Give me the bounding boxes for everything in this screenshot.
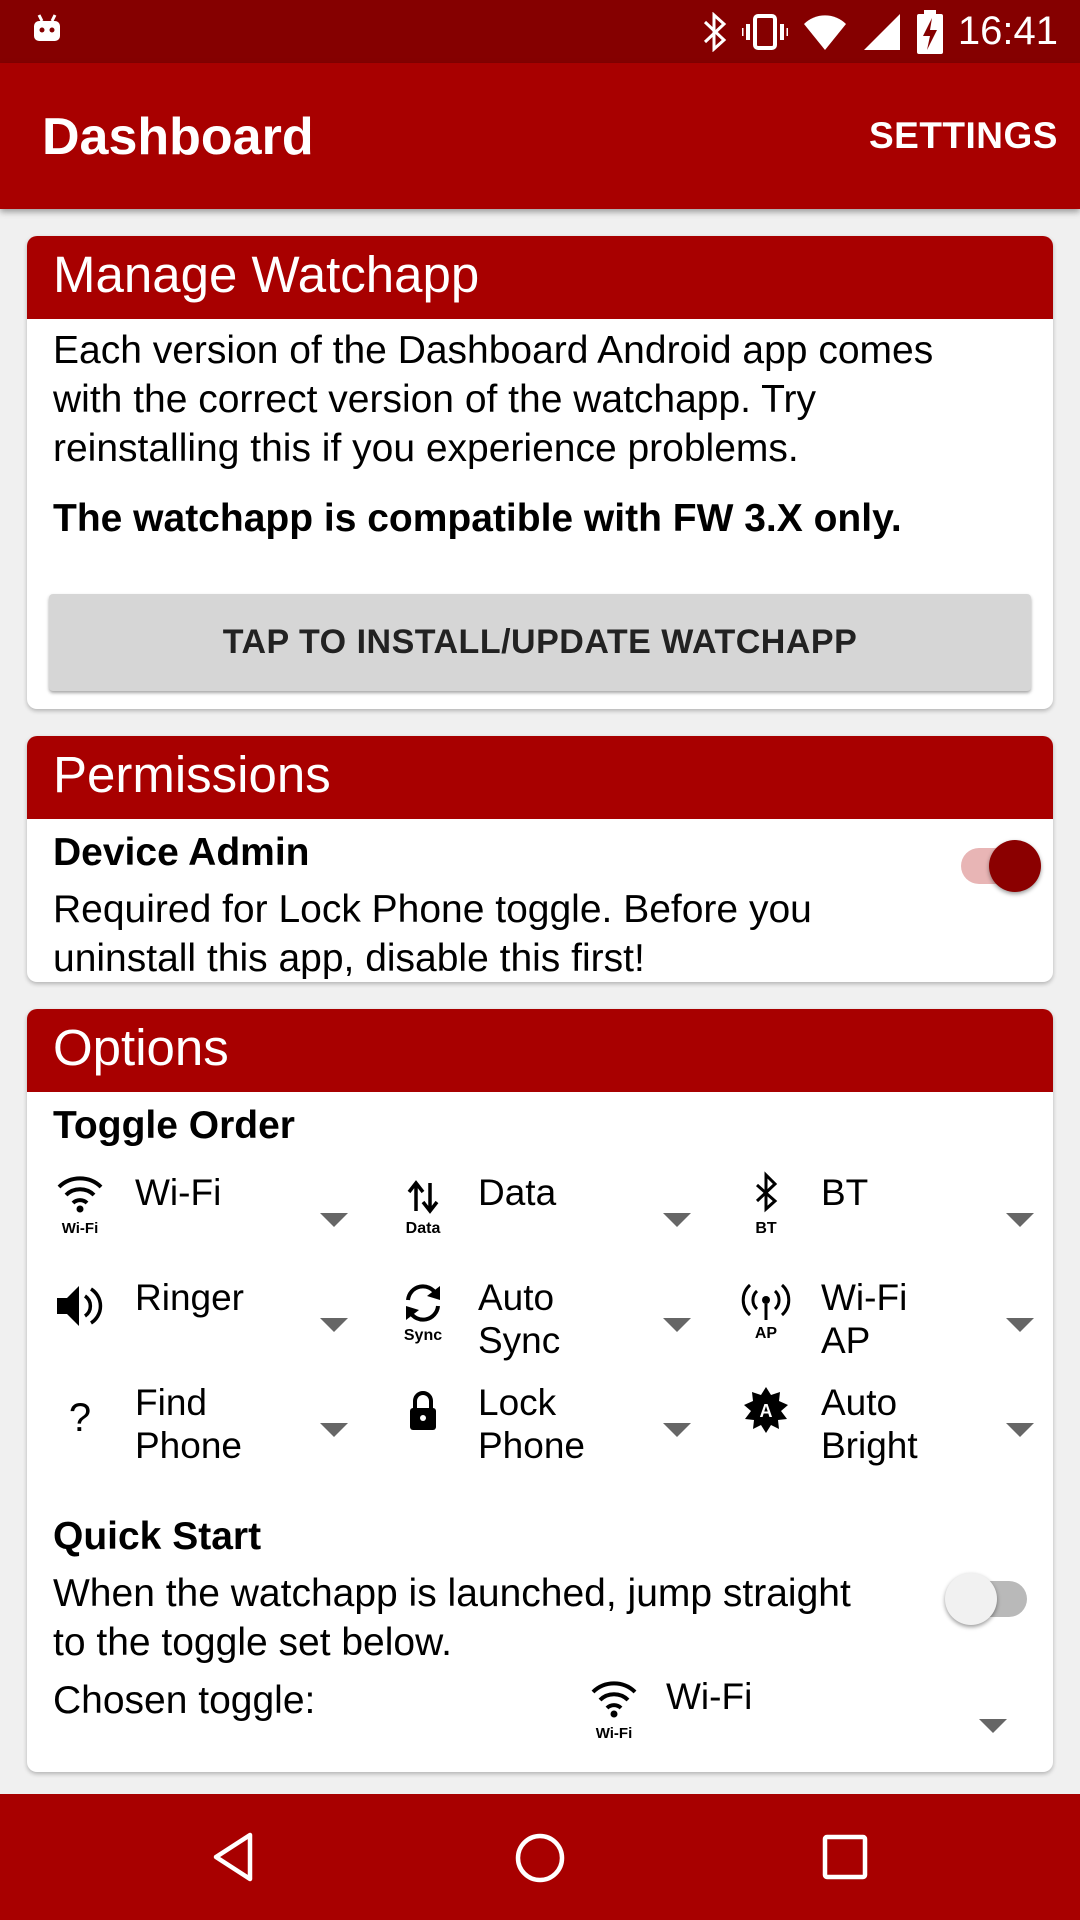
- toggle-label: Data: [478, 1172, 557, 1213]
- android-icon: [34, 14, 60, 41]
- chevron-down-icon: [320, 1213, 348, 1227]
- toggle-label: Auto Bright: [821, 1382, 918, 1466]
- compat-note: The watchapp is compatible with FW 3.X o…: [53, 497, 902, 540]
- chevron-down-icon: [1006, 1318, 1034, 1332]
- svg-text:A: A: [760, 1401, 773, 1421]
- home-icon[interactable]: [513, 1831, 567, 1885]
- toggle-slot-6[interactable]: AP Wi-Fi AP: [739, 1276, 1053, 1376]
- chevron-down-icon: [663, 1318, 691, 1332]
- toggle-slot-1[interactable]: Wi-Fi Wi-Fi: [53, 1171, 383, 1271]
- toggle-label: Wi-Fi: [135, 1172, 222, 1213]
- wifi-icon: [803, 14, 846, 50]
- recents-icon[interactable]: [820, 1832, 870, 1882]
- chevron-down-icon: [979, 1719, 1007, 1733]
- device-admin-switch[interactable]: [961, 828, 1043, 898]
- hotspot-icon: AP: [741, 1283, 791, 1342]
- app-title: Dashboard: [42, 108, 314, 166]
- svg-text:Sync: Sync: [404, 1327, 442, 1344]
- settings-button[interactable]: SETTINGS: [869, 115, 1058, 157]
- toggle-label: Wi-Fi AP: [821, 1277, 908, 1361]
- bluetooth-icon: [703, 11, 727, 52]
- svg-text:AP: AP: [755, 1325, 778, 1342]
- toggle-order-title: Toggle Order: [53, 1104, 295, 1147]
- quick-start-title: Quick Start: [53, 1515, 262, 1558]
- lock-icon: [410, 1391, 436, 1430]
- quick-start-switch-thumb: [945, 1573, 997, 1625]
- chevron-down-icon: [663, 1423, 691, 1437]
- device-admin-line2: uninstall this app, disable this first!: [53, 937, 645, 980]
- status-time: 16:41: [957, 9, 1058, 53]
- bluetooth-icon: BT: [755, 1171, 778, 1237]
- toggle-slot-9[interactable]: A Auto Bright: [739, 1381, 1053, 1481]
- chosen-toggle-value: Wi-Fi: [666, 1676, 753, 1717]
- auto-brightness-icon: A: [744, 1387, 788, 1433]
- device-admin-switch-thumb: [989, 840, 1041, 892]
- toggle-label: Auto Sync: [478, 1277, 561, 1361]
- svg-text:Data: Data: [406, 1220, 441, 1237]
- toggle-slot-5[interactable]: Sync Auto Sync: [396, 1276, 726, 1376]
- device-admin-title: Device Admin: [53, 831, 310, 874]
- manage-watchapp-line1: Each version of the Dashboard Android ap…: [53, 329, 934, 372]
- toggle-label: Find Phone: [135, 1382, 242, 1466]
- manage-watchapp-header: Manage Watchapp: [27, 236, 1053, 319]
- svg-text:Wi-Fi: Wi-Fi: [596, 1725, 633, 1742]
- quick-start-switch[interactable]: [943, 1563, 1035, 1633]
- manage-watchapp-line2: with the correct version of the watchapp…: [53, 378, 817, 421]
- svg-text:Wi-Fi: Wi-Fi: [62, 1220, 99, 1237]
- permissions-header: Permissions: [27, 736, 1053, 819]
- toggle-slot-2[interactable]: Data Data: [396, 1171, 726, 1271]
- svg-text:BT: BT: [755, 1220, 777, 1237]
- chevron-down-icon: [320, 1318, 348, 1332]
- app-bar: Dashboard SETTINGS: [0, 63, 1080, 209]
- options-header: Options: [27, 1009, 1053, 1092]
- status-bar: 16:41: [0, 0, 1080, 63]
- install-watchapp-button[interactable]: TAP TO INSTALL/UPDATE WATCHAPP: [49, 594, 1031, 691]
- toggle-label: Lock Phone: [478, 1382, 585, 1466]
- quick-start-line1: When the watchapp is launched, jump stra…: [53, 1572, 851, 1615]
- toggle-slot-7[interactable]: ? Find Phone: [53, 1381, 383, 1481]
- navigation-bar: [0, 1794, 1080, 1920]
- manage-watchapp-card: Manage Watchapp Each version of the Dash…: [27, 236, 1053, 709]
- back-icon[interactable]: [208, 1831, 260, 1883]
- options-card: Options Toggle Order Wi-Fi Wi-Fi Data Da…: [27, 1009, 1053, 1772]
- chosen-toggle-label: Chosen toggle:: [53, 1679, 316, 1722]
- chevron-down-icon: [663, 1213, 691, 1227]
- question-icon: ?: [69, 1396, 91, 1440]
- wifi-icon: Wi-Fi: [591, 1681, 637, 1742]
- toggle-slot-8[interactable]: Lock Phone: [396, 1381, 726, 1481]
- chosen-toggle-select[interactable]: Wi-Fi Wi-Fi: [587, 1676, 1037, 1756]
- vibrate-icon: [741, 13, 788, 50]
- toggle-slot-3[interactable]: BT BT: [739, 1171, 1053, 1271]
- toggle-label: BT: [821, 1172, 869, 1213]
- data-icon: Data: [406, 1180, 441, 1237]
- chevron-down-icon: [320, 1423, 348, 1437]
- battery-charging-icon: [916, 9, 943, 54]
- speaker-icon: [57, 1286, 103, 1326]
- svg-text:?: ?: [69, 1396, 91, 1440]
- chevron-down-icon: [1006, 1423, 1034, 1437]
- toggle-label: Ringer: [135, 1277, 244, 1318]
- permissions-card: Permissions Device Admin Required for Lo…: [27, 736, 1053, 982]
- device-admin-line1: Required for Lock Phone toggle. Before y…: [53, 888, 812, 931]
- manage-watchapp-line3: reinstalling this if you experience prob…: [53, 427, 799, 470]
- toggle-slot-4[interactable]: Ringer: [53, 1276, 383, 1376]
- sync-icon: Sync: [404, 1284, 442, 1344]
- signal-icon: [863, 13, 900, 50]
- wifi-icon: Wi-Fi: [57, 1176, 103, 1237]
- quick-start-line2: to the toggle set below.: [53, 1621, 452, 1664]
- chevron-down-icon: [1006, 1213, 1034, 1227]
